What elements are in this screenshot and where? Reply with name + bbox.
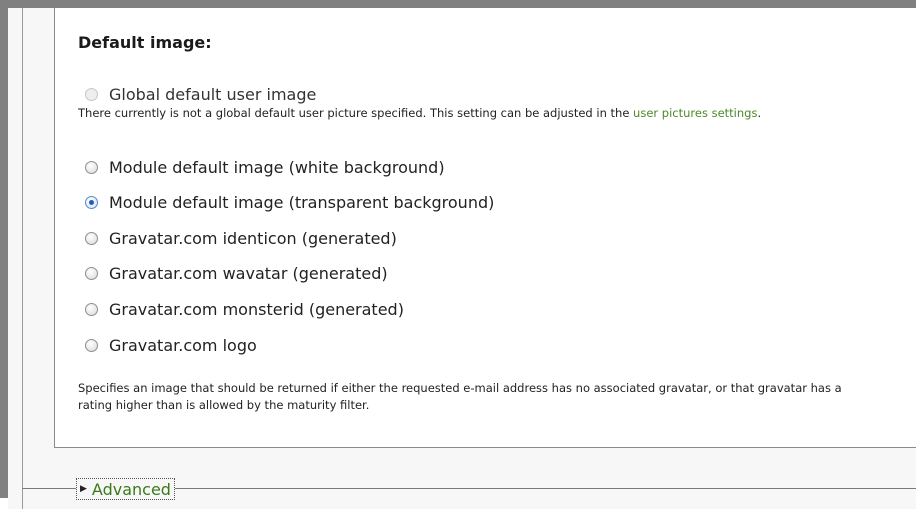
radio-gravatar-wavatar[interactable] <box>85 267 98 280</box>
radio-module-white[interactable] <box>85 161 98 174</box>
user-pictures-settings-link[interactable]: user pictures settings <box>633 106 757 120</box>
global-default-note: There currently is not a global default … <box>78 105 898 122</box>
option-label: Gravatar.com logo <box>109 336 257 355</box>
help-text: Specifies an image that should be return… <box>78 381 842 412</box>
option-global-default: Global default user image <box>85 85 316 104</box>
radio-global-default <box>85 88 98 101</box>
radio-gravatar-monsterid[interactable] <box>85 303 98 316</box>
radio-gravatar-logo[interactable] <box>85 339 98 352</box>
option-gravatar-wavatar[interactable]: Gravatar.com wavatar (generated) <box>85 264 388 283</box>
triangle-right-icon: ▶ <box>80 484 87 494</box>
option-gravatar-logo[interactable]: Gravatar.com logo <box>85 336 257 355</box>
option-label: Module default image (transparent backgr… <box>109 193 495 212</box>
default-image-title: Default image: <box>78 33 212 52</box>
option-label: Global default user image <box>109 85 317 104</box>
option-label: Module default image (white background) <box>109 158 445 177</box>
global-note-suffix: . <box>757 106 762 120</box>
global-note-text: There currently is not a global default … <box>78 106 634 120</box>
window-top-border <box>0 0 916 8</box>
option-module-white[interactable]: Module default image (white background) <box>85 158 445 177</box>
advanced-legend-toggle[interactable]: ▶ Advanced <box>76 478 175 500</box>
window-left-border <box>0 0 8 498</box>
option-label: Gravatar.com monsterid (generated) <box>109 300 404 319</box>
option-module-transparent[interactable]: Module default image (transparent backgr… <box>85 193 494 212</box>
advanced-label: Advanced <box>91 479 171 499</box>
option-gravatar-monsterid[interactable]: Gravatar.com monsterid (generated) <box>85 300 404 319</box>
radio-gravatar-identicon[interactable] <box>85 232 98 245</box>
radio-module-transparent[interactable] <box>85 196 98 209</box>
option-label: Gravatar.com identicon (generated) <box>109 229 397 248</box>
default-image-fieldset: Default image: Global default user image… <box>54 8 916 448</box>
option-gravatar-identicon[interactable]: Gravatar.com identicon (generated) <box>85 229 397 248</box>
option-label: Gravatar.com wavatar (generated) <box>109 264 388 283</box>
